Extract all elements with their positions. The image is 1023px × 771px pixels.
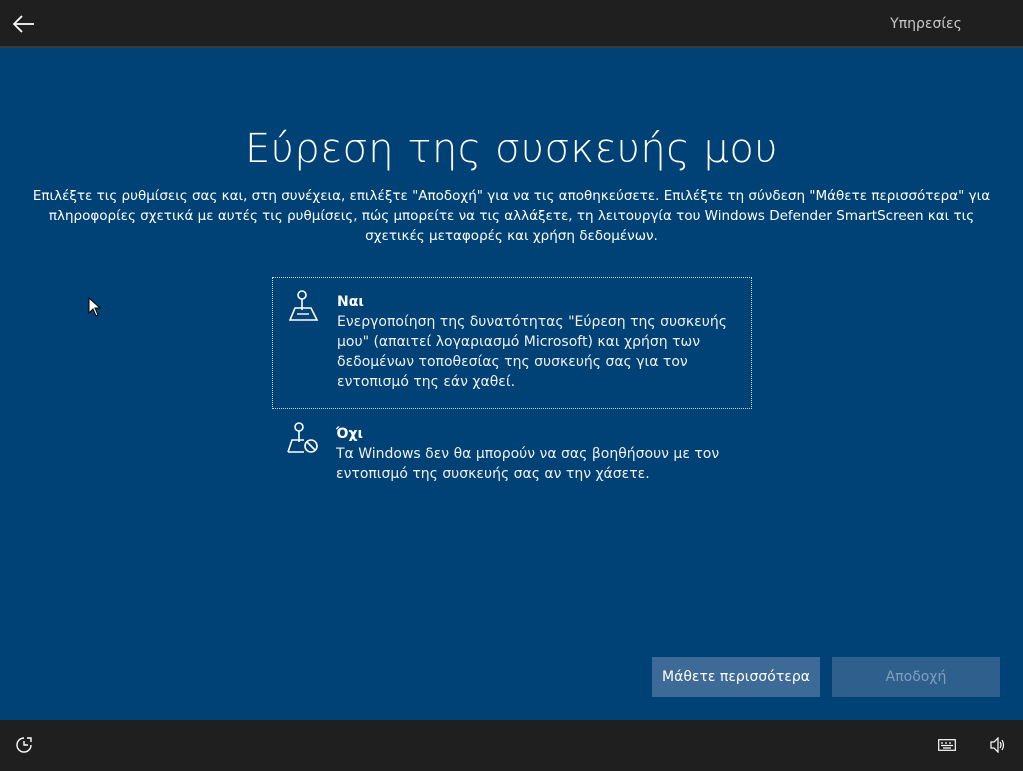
keyboard-icon xyxy=(938,739,956,751)
section-tab-services: Υπηρεσίες xyxy=(829,0,1023,48)
keyboard-button[interactable] xyxy=(936,734,958,756)
map-pin-blocked-icon xyxy=(287,422,318,453)
learn-more-button[interactable]: Μάθετε περισσότερα xyxy=(652,657,820,697)
section-label: Υπηρεσίες xyxy=(890,16,962,32)
option-yes-title: Ναι xyxy=(337,294,364,310)
mouse-cursor-icon xyxy=(88,297,102,317)
option-yes-description: Ενεργοποίηση της δυνατότητας "Εύρεση της… xyxy=(337,314,727,390)
option-no[interactable]: Όχι Τα Windows δεν θα μπορούν να σας βοη… xyxy=(272,410,752,500)
page-title: Εύρεση της συσκευής μου xyxy=(245,126,778,172)
volume-button[interactable] xyxy=(987,734,1009,756)
option-yes[interactable]: Ναι Ενεργοποίηση της δυνατότητας "Εύρεση… xyxy=(272,277,752,409)
back-arrow-icon xyxy=(13,15,34,33)
ease-of-access-button[interactable] xyxy=(13,734,35,756)
ease-of-access-icon xyxy=(16,737,32,753)
top-bar: Υπηρεσίες xyxy=(0,0,1023,48)
back-button[interactable] xyxy=(8,8,40,40)
map-pin-icon xyxy=(288,290,319,321)
page-description: Επιλέξτε τις ρυθμίσεις σας και, στη συνέ… xyxy=(32,188,991,244)
main-panel: Εύρεση της συσκευής μου Επιλέξτε τις ρυθ… xyxy=(0,48,1023,720)
accept-button[interactable]: Αποδοχή xyxy=(832,657,1000,697)
volume-icon xyxy=(990,737,1005,753)
bottom-bar xyxy=(0,720,1023,771)
option-no-description: Τα Windows δεν θα μπορούν να σας βοηθήσο… xyxy=(336,446,720,482)
option-no-title: Όχι xyxy=(336,426,363,442)
